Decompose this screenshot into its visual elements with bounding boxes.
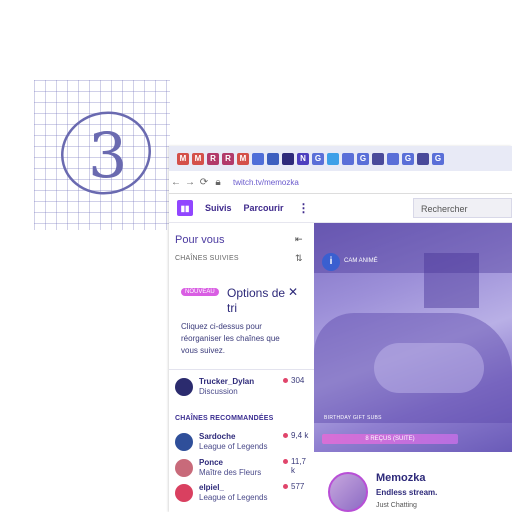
avatar [175,484,193,502]
overlay-text: BIRTHDAY GIFT SUBS [324,415,382,421]
divider [169,369,314,370]
info-icon[interactable]: i [322,253,340,271]
stream-title: Endless stream. [376,488,438,497]
site-info-icon[interactable]: 🔒︎ [211,177,225,188]
translate-icon[interactable] [342,152,354,165]
nav-following[interactable]: Suivis [205,203,232,213]
bookmark-icon[interactable] [282,152,294,165]
avatar[interactable] [328,472,368,512]
viewer-count: 11,7 k [291,457,306,475]
sidebar-title: Pour vous [175,234,225,246]
channel-category: League of Legends [199,493,268,502]
address-bar-row: ← → ⟳ 🔒︎ twitch.tv/memozka [169,171,512,194]
collapse-sidebar-icon[interactable]: ⇤ [295,234,303,245]
recommended-channel-item[interactable]: Sardoche League of Legends 9,4 k [173,431,311,455]
sidebar: Pour vous ⇤ CHAÎNES SUIVIES ⇅ NOUVEAU Op… [169,223,314,512]
close-icon[interactable]: ✕ [288,285,298,299]
avatar [175,378,193,396]
twitch-logo-icon[interactable]: ▮▮ [177,200,193,216]
viewer-count: 9,4 k [291,431,309,440]
channel-info: Memozka Endless stream. Just Chatting [314,452,512,512]
more-menu-icon[interactable]: ⋮ [298,201,310,215]
gmail-icon[interactable]: M [237,152,249,165]
channel-name: Ponce [199,458,224,467]
twitter-icon[interactable] [327,152,339,165]
r-icon[interactable]: R [207,152,219,165]
player-tag: CAM ANIMÉ [344,258,378,264]
viewer-count: 577 [291,482,305,491]
bookmarks-bar: MMRRMNGGGG [169,146,512,171]
translate-icon[interactable] [387,152,399,165]
twitch-top-nav: ▮▮ Suivis Parcourir ⋮ Rechercher [169,194,512,223]
player-window [424,253,479,308]
gmail-icon[interactable]: M [192,152,204,165]
channel-name: Trucker_Dylan [199,377,255,386]
sort-icon[interactable]: ⇅ [295,253,303,264]
gmail-icon[interactable]: M [177,152,189,165]
google-icon[interactable]: G [312,152,324,165]
google-icon[interactable]: G [402,152,414,165]
trello-icon[interactable] [267,152,279,165]
viewer-count: 304 [291,376,305,385]
search-input[interactable]: Rechercher [413,198,512,218]
recommended-channel-item[interactable]: elpiel_ League of Legends 577 [173,482,311,506]
stream-category[interactable]: Just Chatting [376,502,417,509]
n-icon[interactable]: N [297,152,309,165]
avatar [175,433,193,451]
followed-header: CHAÎNES SUIVIES [175,255,239,262]
popup-body: Cliquez ci-dessus pour réorganiser les c… [181,322,280,355]
reload-icon[interactable]: ⟳ [197,177,211,188]
channel-name: Sardoche [199,432,236,441]
avatar [175,459,193,477]
back-icon[interactable]: ← [169,177,183,188]
google-icon[interactable]: G [432,152,444,165]
new-badge: NOUVEAU [181,288,219,296]
channel-name[interactable]: Memozka [376,472,426,484]
recommended-header: CHAÎNES RECOMMANDÉES [175,415,274,422]
live-dot-icon [283,378,288,383]
recommended-channel-item[interactable]: Ponce Maître des Fleurs 11,7 k [173,457,311,481]
calendar-icon[interactable] [252,152,264,165]
bars-icon[interactable] [417,152,429,165]
circled-number-icon: 3 [61,111,151,195]
url-field[interactable]: twitch.tv/memozka [233,178,299,187]
channel-name: elpiel_ [199,483,224,492]
live-dot-icon [283,484,288,489]
channel-category: League of Legends [199,442,268,451]
live-dot-icon [283,433,288,438]
channel-category: Discussion [199,387,238,396]
live-dot-icon [283,459,288,464]
player-wall [314,223,512,273]
number-text: 3 [88,119,127,192]
r-icon[interactable]: R [222,152,234,165]
sort-options-popup: NOUVEAU Options de tri ✕ Cliquez ci-dess… [173,275,310,367]
google-icon[interactable]: G [357,152,369,165]
popup-title: Options de tri [227,286,286,315]
video-player[interactable]: i CAM ANIMÉ BIRTHDAY GIFT SUBS 8 REÇUS (… [314,223,512,452]
followed-channel-item[interactable]: Trucker_Dylan Discussion 304 [173,376,311,400]
channel-category: Maître des Fleurs [199,468,262,477]
progress-bar: 8 REÇUS (SUITE) [322,434,458,444]
nav-browse[interactable]: Parcourir [244,203,284,213]
player-figure [374,343,484,393]
browser-window: MMRRMNGGGG ← → ⟳ 🔒︎ twitch.tv/memozka ▮▮… [169,146,512,512]
globe-icon[interactable] [372,152,384,165]
forward-icon[interactable]: → [183,177,197,188]
